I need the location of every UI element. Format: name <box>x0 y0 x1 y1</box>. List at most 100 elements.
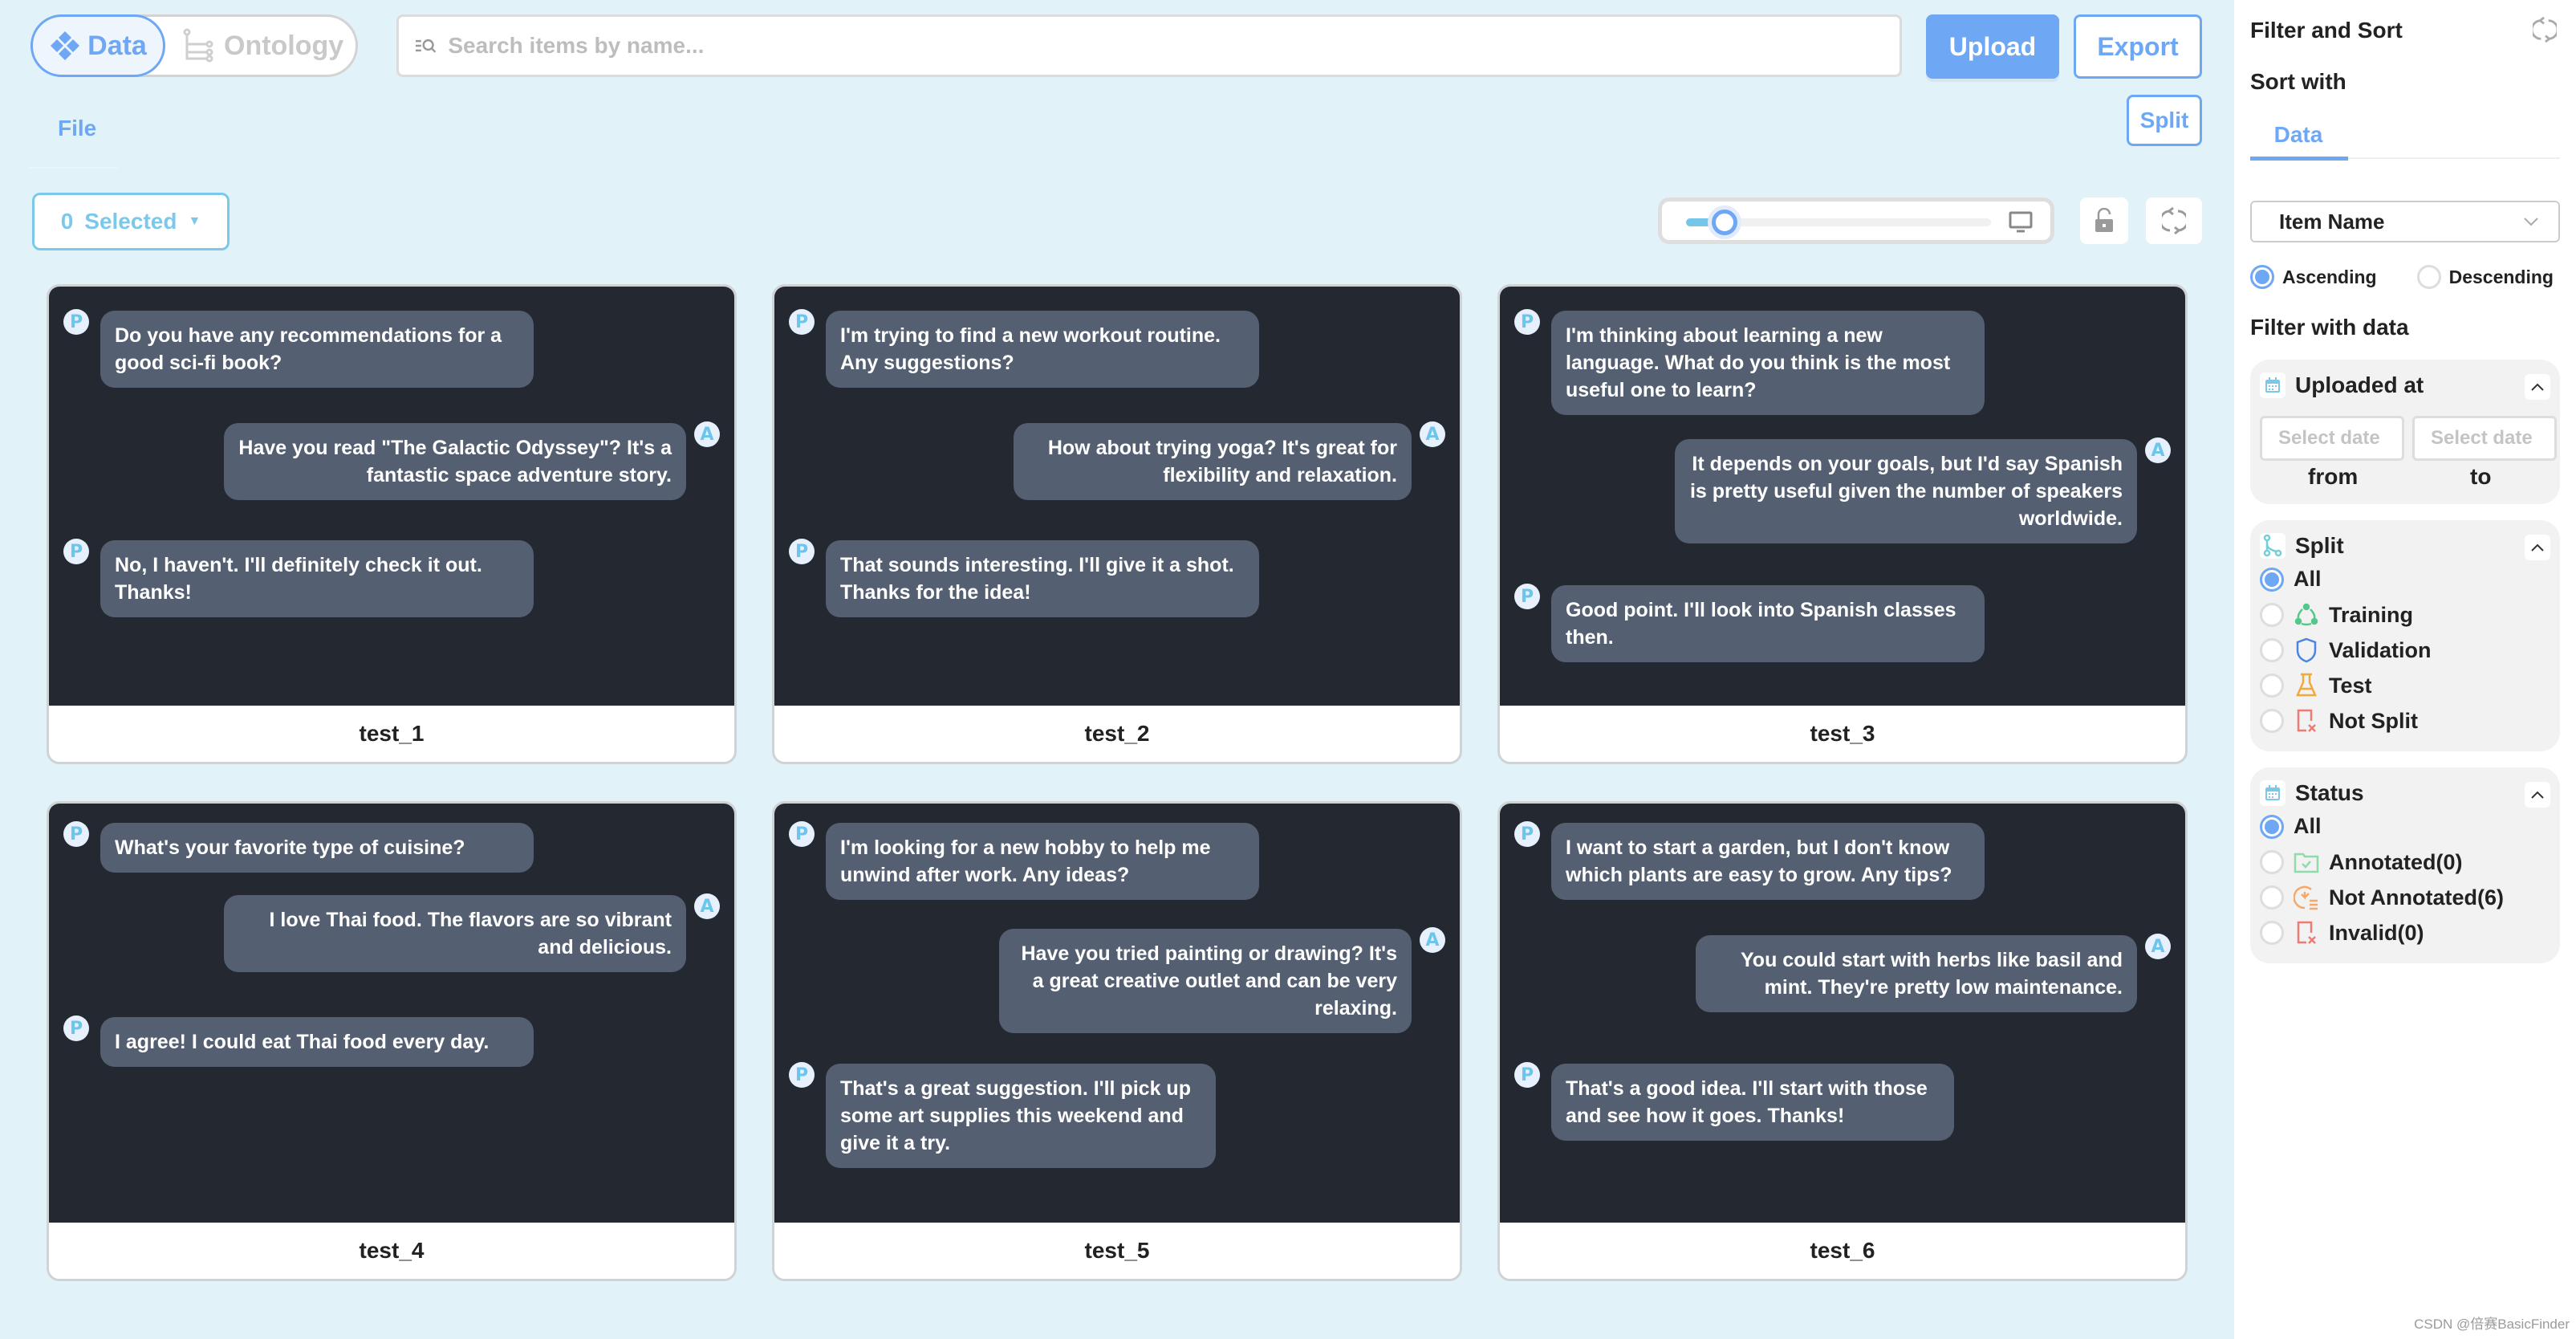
prompt-message: I agree! I could eat Thai food every day… <box>100 1017 534 1067</box>
answer-message: Have you tried painting or drawing? It's… <box>999 929 1412 1033</box>
uploaded-at-title: Uploaded at <box>2295 372 2424 397</box>
answer-avatar: A <box>1420 421 1445 447</box>
item-card[interactable]: P Do you have any recommendations for a g… <box>47 284 737 764</box>
status-all-radio[interactable] <box>2260 814 2284 839</box>
caret-down-icon: ▼ <box>188 214 201 228</box>
search-input[interactable] <box>448 33 1899 59</box>
data-diamonds-icon <box>51 31 80 60</box>
collapse-status-button[interactable] <box>2525 782 2550 808</box>
split-all-radio[interactable] <box>2260 567 2284 592</box>
training-cycle-icon <box>2294 602 2319 628</box>
prompt-message: I'm thinking about learning a new langua… <box>1551 311 1985 415</box>
prompt-message: I'm trying to find a new workout routine… <box>826 311 1259 388</box>
uploaded-at-panel: Uploaded at from to <box>2250 360 2560 504</box>
answer-avatar: A <box>1420 927 1445 953</box>
status-all-label: All <box>2294 814 2322 838</box>
prompt-message: That sounds interesting. I'll give it a … <box>826 540 1259 617</box>
item-card[interactable]: P I'm looking for a new hobby to help me … <box>772 801 1462 1281</box>
refresh-button[interactable] <box>2146 197 2202 244</box>
collapse-uploaded-at-button[interactable] <box>2525 374 2550 400</box>
tab-data[interactable]: Data <box>30 14 165 77</box>
tab-data-label: Data <box>87 30 147 61</box>
sort-field-select[interactable]: Item Name <box>2250 201 2560 242</box>
answer-message: Have you read "The Galactic Odyssey"? It… <box>224 423 686 500</box>
status-option-not-annotated[interactable]: Not Annotated(6) <box>2260 885 2504 910</box>
split-branch-icon <box>2260 533 2285 559</box>
split-button[interactable]: Split <box>2127 95 2202 146</box>
export-button[interactable]: Export <box>2074 14 2202 79</box>
reset-filters-icon[interactable] <box>2533 16 2557 43</box>
status-annotated-radio[interactable] <box>2260 850 2284 874</box>
answer-avatar: A <box>694 421 720 447</box>
conversation-preview: P I'm looking for a new hobby to help me … <box>774 804 1460 1223</box>
zoom-slider-thumb[interactable] <box>1708 206 1741 239</box>
sort-order-group: Ascending Descending <box>2250 265 2554 289</box>
split-training-radio[interactable] <box>2260 603 2284 627</box>
split-validation-radio[interactable] <box>2260 638 2284 662</box>
prompt-message: No, I haven't. I'll definitely check it … <box>100 540 534 617</box>
upload-button[interactable]: Upload <box>1926 14 2059 79</box>
status-invalid-radio[interactable] <box>2260 921 2284 945</box>
prompt-avatar: P <box>63 539 89 564</box>
chevron-up-icon <box>2531 383 2544 391</box>
doc-x-icon <box>2294 708 2319 734</box>
date-to-label: to <box>2470 464 2492 489</box>
zoom-slider-box <box>1658 197 2054 244</box>
answer-message: I love Thai food. The flavors are so vib… <box>224 895 686 972</box>
chevron-up-icon <box>2531 791 2544 799</box>
split-option-not-split[interactable]: Not Split <box>2260 708 2418 734</box>
item-card[interactable]: P I'm trying to find a new workout routin… <box>772 284 1462 764</box>
ascending-radio[interactable] <box>2250 265 2274 289</box>
status-not-annotated-radio[interactable] <box>2260 885 2284 910</box>
split-option-training[interactable]: Training <box>2260 602 2413 628</box>
unlock-icon <box>2095 208 2113 232</box>
tab-file[interactable]: File <box>58 116 96 141</box>
prompt-message: Do you have any recommendations for a go… <box>100 311 534 388</box>
tab-ontology[interactable]: Ontology <box>182 17 343 75</box>
item-card[interactable]: P I want to start a garden, but I don't k… <box>1497 801 2188 1281</box>
status-annotated-label: Annotated(0) <box>2329 849 2463 874</box>
tab-ontology-label: Ontology <box>224 30 344 61</box>
flask-icon <box>2294 673 2319 698</box>
status-option-invalid[interactable]: Invalid(0) <box>2260 920 2424 946</box>
descending-label: Descending <box>2448 266 2554 287</box>
item-card[interactable]: P I'm thinking about learning a new langu… <box>1497 284 2188 764</box>
conversation-preview: P I want to start a garden, but I don't k… <box>1500 804 2185 1223</box>
split-validation-label: Validation <box>2329 637 2432 662</box>
lock-button[interactable] <box>2080 197 2128 244</box>
answer-message: You could start with herbs like basil an… <box>1696 935 2137 1012</box>
status-option-all[interactable]: All <box>2260 814 2322 839</box>
prompt-message: I want to start a garden, but I don't kn… <box>1551 823 1985 900</box>
split-title: Split <box>2295 533 2344 558</box>
zoom-slider-track[interactable] <box>1686 206 1991 239</box>
status-title: Status <box>2295 780 2364 805</box>
split-option-all[interactable]: All <box>2260 567 2322 592</box>
split-option-validation[interactable]: Validation <box>2260 637 2432 663</box>
selection-dropdown[interactable]: 0 Selected ▼ <box>32 193 230 250</box>
split-training-label: Training <box>2329 602 2414 627</box>
split-test-label: Test <box>2329 673 2372 698</box>
date-from-input[interactable] <box>2260 416 2404 461</box>
prompt-avatar: P <box>63 1015 89 1041</box>
date-to-input[interactable] <box>2412 416 2557 461</box>
descending-radio[interactable] <box>2416 265 2441 289</box>
sort-with-heading: Sort with <box>2250 69 2346 94</box>
sort-tab-data[interactable]: Data <box>2250 109 2346 161</box>
answer-message: It depends on your goals, but I'd say Sp… <box>1675 439 2137 543</box>
prompt-avatar: P <box>789 1062 815 1088</box>
monitor-icon[interactable] <box>2009 211 2033 234</box>
split-test-radio[interactable] <box>2260 674 2284 698</box>
collapse-split-button[interactable] <box>2525 535 2550 560</box>
chevron-up-icon <box>2531 543 2544 551</box>
conversation-preview: P Do you have any recommendations for a g… <box>49 287 734 706</box>
split-not-split-radio[interactable] <box>2260 709 2284 733</box>
split-not-split-label: Not Split <box>2329 708 2418 733</box>
search-box <box>396 14 1902 77</box>
refresh-icon <box>2162 206 2186 235</box>
item-card[interactable]: P What's your favorite type of cuisine? A I… <box>47 801 737 1281</box>
split-option-test[interactable]: Test <box>2260 673 2372 698</box>
item-name: test_5 <box>1084 1238 1150 1263</box>
filter-with-data-heading: Filter with data <box>2250 315 2409 340</box>
status-option-annotated[interactable]: Annotated(0) <box>2260 849 2462 875</box>
prompt-avatar: P <box>1514 821 1540 847</box>
